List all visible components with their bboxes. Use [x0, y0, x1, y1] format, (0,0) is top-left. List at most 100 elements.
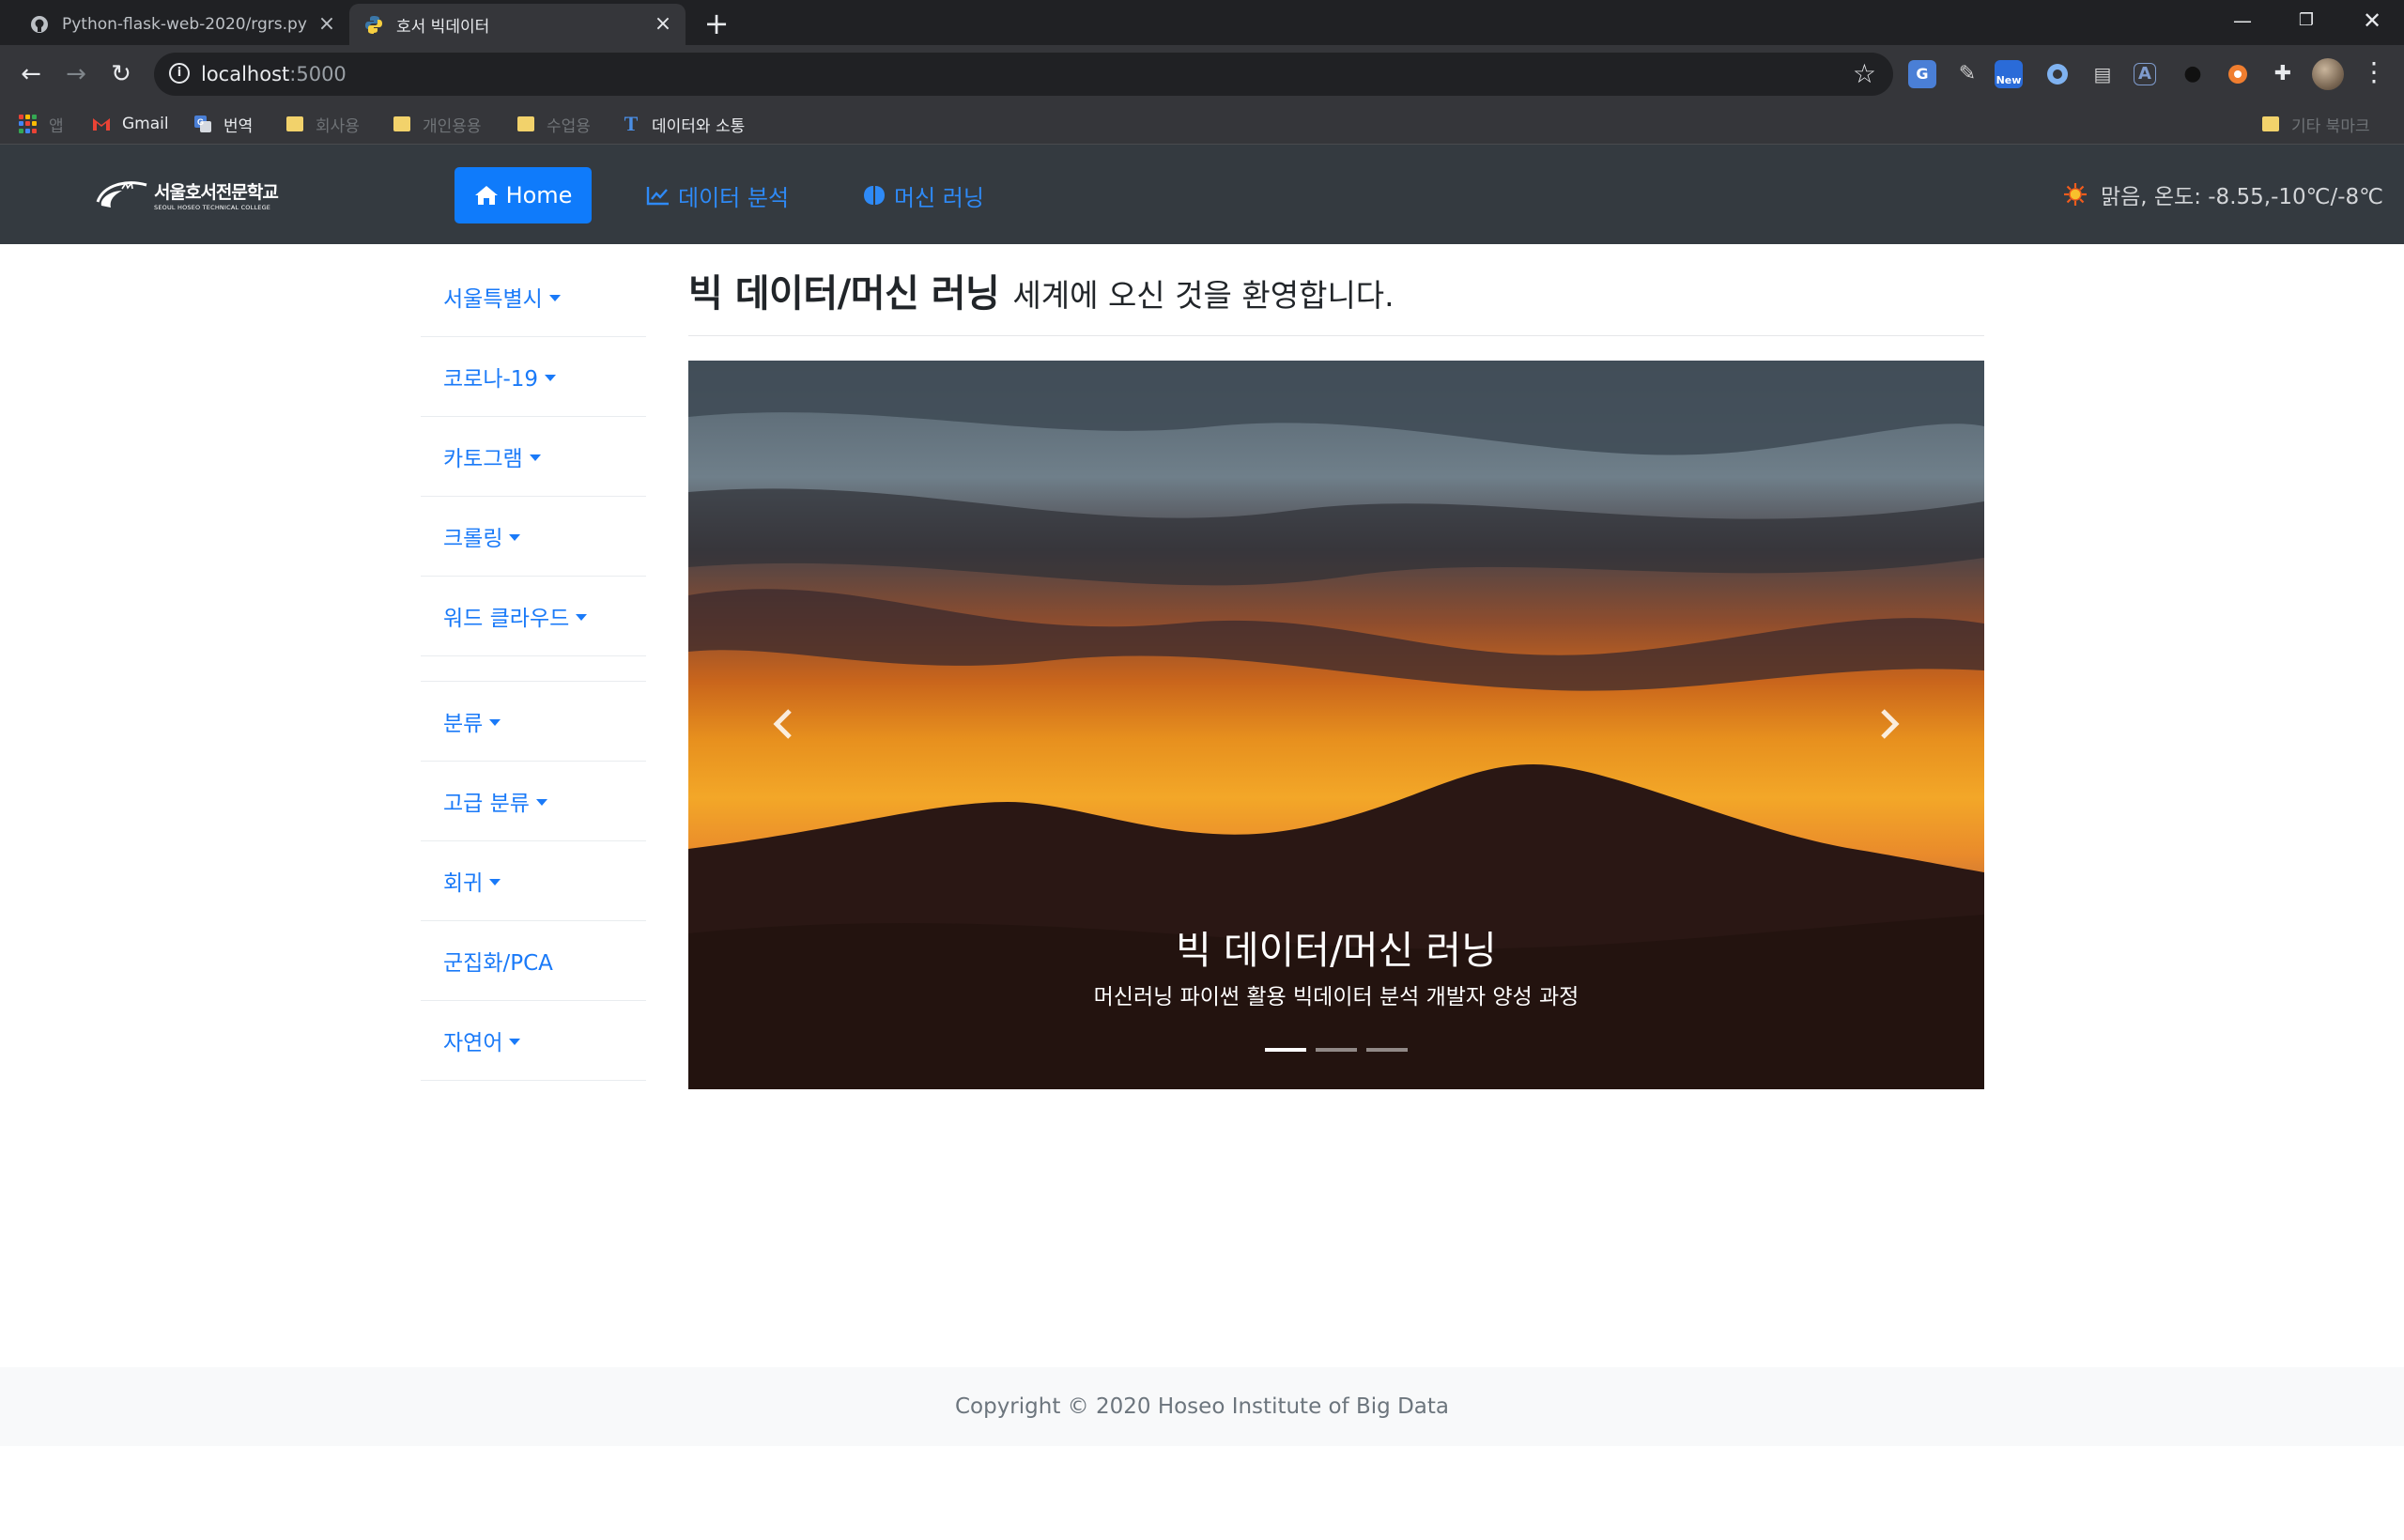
- nav-home-label: Home: [505, 182, 573, 208]
- close-window-icon[interactable]: ✕: [2342, 0, 2402, 41]
- chevron-left-icon: [773, 709, 792, 739]
- svg-text:G: G: [197, 117, 204, 127]
- profile-avatar[interactable]: [2312, 58, 2344, 90]
- sidebar-item-label: 분류: [443, 712, 484, 736]
- url-text[interactable]: localhost:5000: [201, 63, 347, 85]
- bookmark-gmail[interactable]: Gmail: [92, 103, 169, 145]
- tab-title: 호서 빅데이터: [396, 17, 490, 37]
- bookmark-star-icon[interactable]: ☆: [1853, 58, 1876, 89]
- nav-machine-learning-label: 머신 러닝: [894, 184, 984, 211]
- bookmark-folder-work[interactable]: 회사용: [285, 103, 360, 145]
- page-footer: Copyright © 2020 Hoseo Institute of Big …: [0, 1367, 2404, 1446]
- logo-text: 서울호서전문학교: [154, 181, 279, 203]
- sidebar-item-cartogram[interactable]: 카토그램: [421, 417, 646, 497]
- carousel-indicator-3[interactable]: [1366, 1048, 1408, 1052]
- caret-down-icon: [489, 718, 501, 726]
- caret-down-icon: [489, 878, 501, 886]
- puzzle-extensions-icon[interactable]: ✚: [2269, 60, 2297, 88]
- copyright-text: Copyright © 2020 Hoseo Institute of Big …: [954, 1394, 1450, 1419]
- orange-extension-icon[interactable]: [2224, 60, 2252, 88]
- address-bar[interactable]: i localhost:5000 ☆: [154, 53, 1893, 96]
- bookmark-translate[interactable]: G 번역: [193, 103, 253, 145]
- close-tab-icon[interactable]: ×: [316, 13, 338, 36]
- nav-data-analysis-label: 데이터 분석: [678, 184, 790, 211]
- forward-arrow-icon[interactable]: →: [60, 58, 92, 90]
- bookmark-folder-personal[interactable]: 개인용용: [393, 103, 482, 145]
- sidebar-item-wordcloud[interactable]: 워드 클라우드: [421, 577, 646, 656]
- caret-down-icon: [509, 1038, 521, 1045]
- reload-icon[interactable]: ↻: [105, 58, 137, 90]
- bookmark-label: 수업용: [547, 116, 591, 136]
- bookmark-folder-class[interactable]: 수업용: [516, 103, 591, 145]
- circle-extension-icon[interactable]: [2043, 60, 2072, 88]
- new-tab-button[interactable]: +: [701, 8, 732, 39]
- sidebar-item-crawling[interactable]: 크롤링: [421, 497, 646, 577]
- hero-carousel[interactable]: 빅 데이터/머신 러닝 머신러닝 파이썬 활용 빅데이터 분석 개발자 양성 과…: [688, 361, 1984, 1089]
- sidebar-item-regression[interactable]: 회귀: [421, 841, 646, 921]
- t-logo-icon: T: [624, 112, 639, 135]
- sidebar-item-label: 회귀: [443, 871, 484, 896]
- translate-extension-icon[interactable]: G: [1908, 60, 1936, 88]
- gmail-icon: [92, 115, 111, 133]
- college-logo[interactable]: 서울호서전문학교 SEOUL HOSEO TECHNICAL COLLEGE: [94, 173, 279, 216]
- caret-down-icon: [535, 798, 547, 806]
- sidebar-item-seoul[interactable]: 서울특별시: [421, 257, 646, 337]
- font-extension-icon[interactable]: A: [2134, 63, 2156, 85]
- logo-subtext: SEOUL HOSEO TECHNICAL COLLEGE: [154, 203, 271, 211]
- caret-down-icon: [545, 374, 557, 381]
- home-icon: [474, 186, 498, 205]
- browser-menu-icon[interactable]: ⋮: [2361, 58, 2387, 90]
- weather-text: 맑음, 온도: -8.55,-10℃/-8℃: [2100, 185, 2383, 209]
- minimize-icon[interactable]: —: [2212, 0, 2273, 41]
- caret-down-icon: [576, 613, 588, 621]
- carousel-next-control[interactable]: [1847, 682, 1932, 766]
- close-tab-icon[interactable]: ×: [652, 13, 674, 36]
- screenshot-extension-icon[interactable]: ▤: [2088, 60, 2117, 88]
- logo-swoosh-icon: [96, 181, 147, 208]
- browser-tab-github[interactable]: Python-flask-web-2020/rgrs.py ×: [15, 4, 349, 45]
- carousel-indicator-2[interactable]: [1316, 1048, 1357, 1052]
- page-title: 빅 데이터/머신 러닝 세계에 오신 것을 환영합니다.: [688, 263, 1984, 336]
- sidebar-item-covid19[interactable]: 코로나-19: [421, 337, 646, 417]
- caret-down-icon: [509, 533, 521, 541]
- nav-machine-learning-link[interactable]: 머신 러닝: [840, 167, 1007, 223]
- sidebar-item-label: 서울특별시: [443, 287, 543, 312]
- bookmark-other[interactable]: 기타 북마크: [2261, 103, 2370, 145]
- back-arrow-icon[interactable]: ←: [15, 58, 47, 90]
- carousel-indicator-1[interactable]: [1265, 1048, 1306, 1052]
- bookmark-label: 회사용: [316, 116, 360, 136]
- sidebar-item-label: 고급 분류: [443, 792, 530, 816]
- dark-extension-icon[interactable]: ●: [2179, 60, 2207, 88]
- sidebar-item-clustering-pca[interactable]: 군집화/PCA: [421, 921, 646, 1001]
- bookmark-data-communication[interactable]: T 데이터와 소통: [622, 103, 746, 145]
- python-icon: [364, 15, 383, 34]
- site-navbar: 서울호서전문학교 SEOUL HOSEO TECHNICAL COLLEGE H…: [0, 145, 2404, 244]
- sidebar-item-nlp[interactable]: 자연어: [421, 1001, 646, 1081]
- carousel-caption-subtitle: 머신러닝 파이썬 활용 빅데이터 분석 개발자 양성 과정: [1093, 985, 1580, 1009]
- carousel-prev-control[interactable]: [741, 682, 825, 766]
- sidebar-item-label: 카토그램: [443, 447, 523, 471]
- nav-home-button[interactable]: Home: [455, 167, 592, 223]
- bookmark-label: 기타 북마크: [2291, 116, 2370, 136]
- line-chart-icon: [646, 187, 669, 206]
- folder-icon: [393, 115, 411, 133]
- folder-icon: [516, 115, 535, 133]
- nav-data-analysis-link[interactable]: 데이터 분석: [624, 167, 811, 223]
- sidebar-item-classification[interactable]: 분류: [421, 682, 646, 762]
- sun-icon: [2063, 183, 2087, 206]
- sidebar-item-advanced-classification[interactable]: 고급 분류: [421, 762, 646, 841]
- bookmark-label: 데이터와 소통: [652, 116, 746, 136]
- sidebar-item-label: 코로나-19: [443, 367, 539, 392]
- restore-window-icon[interactable]: ❐: [2276, 0, 2336, 41]
- tab-title: Python-flask-web-2020/rgrs.py: [62, 15, 307, 34]
- browser-tab-active[interactable]: 호서 빅데이터 ×: [349, 4, 686, 45]
- sidebar-menu: 서울특별시 코로나-19 카토그램 크롤링 워드 클라우드 분류 고급 분류 회…: [421, 257, 646, 1081]
- pen-extension-icon[interactable]: ✎: [1953, 60, 1981, 88]
- bookmark-apps[interactable]: 앱: [19, 103, 64, 145]
- site-info-icon[interactable]: i: [169, 63, 190, 84]
- browser-tab-bar: Python-flask-web-2020/rgrs.py × 호서 빅데이터 …: [0, 0, 2404, 45]
- bookmarks-bar: 앱 Gmail G 번역 회사용 개인용용 수업용 T 데이터와 소통 기타 북…: [0, 103, 2404, 145]
- folder-icon: [285, 115, 304, 133]
- sidebar-item-label: 군집화/PCA: [443, 951, 553, 976]
- new-extension-icon[interactable]: New: [1995, 60, 2023, 88]
